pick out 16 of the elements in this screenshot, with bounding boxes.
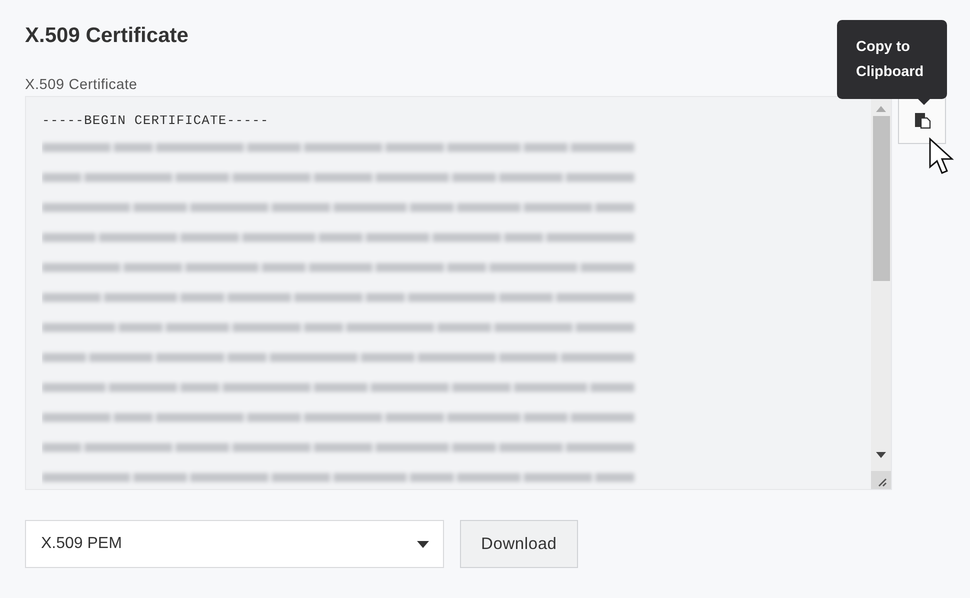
- clipboard-icon: [913, 111, 932, 129]
- certificate-text-area[interactable]: -----BEGIN CERTIFICATE-----: [25, 96, 892, 490]
- certificate-first-line: -----BEGIN CERTIFICATE-----: [42, 113, 269, 128]
- page-title: X.509 Certificate: [25, 23, 188, 49]
- cursor-icon: [928, 137, 954, 177]
- field-label: X.509 Certificate: [25, 76, 138, 94]
- download-button[interactable]: Download: [460, 520, 578, 568]
- resize-handle-icon[interactable]: [871, 471, 892, 489]
- tooltip: Copy to Clipboard: [837, 20, 947, 99]
- scroll-down-icon[interactable]: [876, 451, 886, 459]
- scrollbar-thumb[interactable]: [872, 116, 890, 281]
- scrollbar[interactable]: [871, 97, 892, 489]
- tooltip-arrow-icon: [917, 98, 931, 106]
- copy-button[interactable]: [898, 96, 946, 144]
- format-select[interactable]: X.509 PEM: [25, 520, 444, 568]
- dropdown-caret-icon: [417, 540, 429, 548]
